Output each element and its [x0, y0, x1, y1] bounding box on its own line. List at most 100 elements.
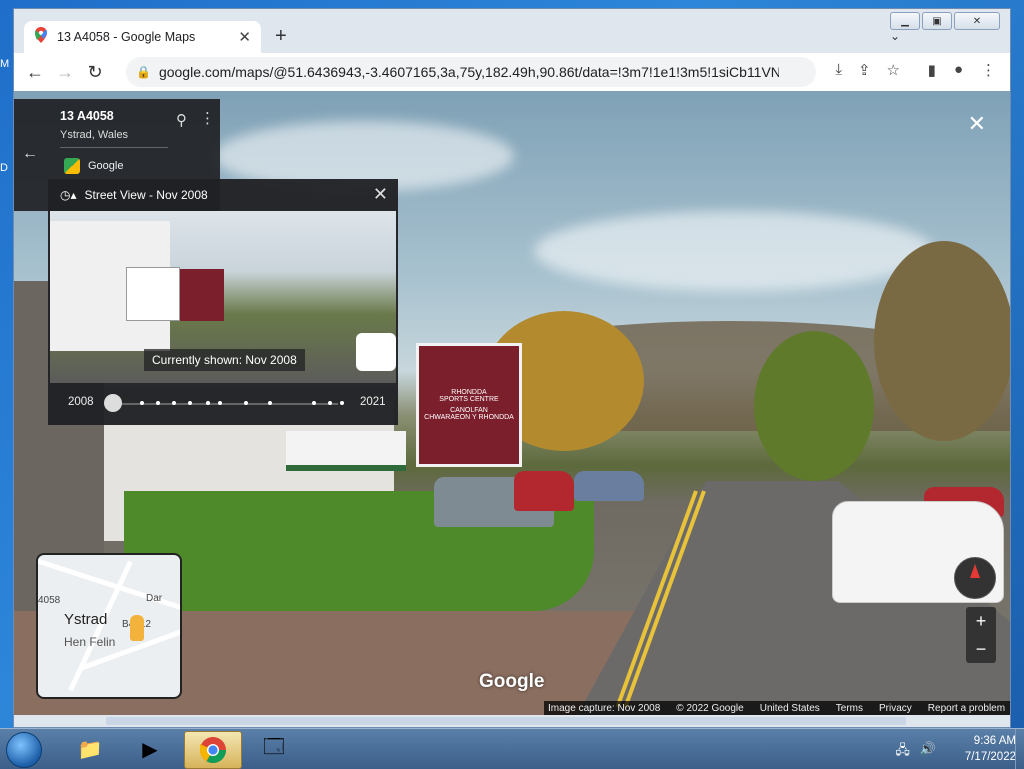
tree: [754, 331, 874, 481]
address-bar[interactable]: 🔒 google.com/maps/@51.6436943,-3.4607165…: [126, 57, 816, 87]
place-subtitle: Ystrad, Wales: [60, 129, 129, 141]
share-icon[interactable]: ⇪: [858, 61, 871, 79]
slider-knob[interactable]: [104, 394, 122, 412]
report-problem-link[interactable]: Report a problem: [928, 703, 1005, 714]
tab-google-maps[interactable]: 13 A4058 - Google Maps ✕: [24, 21, 261, 53]
chrome-icon[interactable]: [184, 731, 242, 769]
system-tray: 🖧 🔊: [895, 741, 936, 763]
country-link[interactable]: United States: [760, 703, 820, 714]
time-machine-preview[interactable]: Currently shown: Nov 2008: [50, 211, 396, 383]
back-arrow-icon[interactable]: ←: [22, 145, 38, 163]
maximize-button[interactable]: ▣: [922, 12, 952, 30]
place-title: 13 A4058: [60, 109, 114, 123]
map-footer: Image capture: Nov 2008 © 2022 Google Un…: [544, 701, 1010, 715]
browser-toolbar: ← → ↻ 🔒 google.com/maps/@51.6436943,-3.4…: [14, 53, 1010, 91]
tab-close-icon[interactable]: ✕: [238, 28, 251, 46]
slider-tick[interactable]: [188, 401, 192, 405]
clock[interactable]: 9:36 AM 7/17/2022: [965, 733, 1016, 765]
divider: [60, 147, 168, 148]
horizontal-scrollbar[interactable]: [106, 717, 906, 725]
slider-track[interactable]: [110, 403, 338, 405]
profile-icon[interactable]: ●: [954, 61, 963, 79]
toolbar-right-actions: ▮ ● ⋮: [928, 61, 996, 79]
time-slider[interactable]: 2008 2021: [60, 391, 386, 415]
tree: [874, 241, 1010, 441]
close-window-button[interactable]: ✕: [954, 12, 1000, 30]
bookmark-star-icon[interactable]: ☆: [887, 61, 900, 79]
maps-pin-icon: [34, 26, 48, 48]
control-panel-icon[interactable]: 🗔: [246, 731, 302, 767]
slider-tick[interactable]: [312, 401, 316, 405]
show-desktop-button[interactable]: [1015, 729, 1024, 769]
compass-needle: [970, 564, 980, 578]
slider-tick[interactable]: [218, 401, 222, 405]
street-view-canvas[interactable]: RHONDDA SPORTS CENTRE CANOLFAN CHWARAEON…: [14, 91, 1010, 715]
map-place-label: Hen Felin: [64, 635, 116, 649]
slider-tick[interactable]: [172, 401, 176, 405]
location-pin-icon[interactable]: ⚲: [176, 111, 187, 129]
tab-search-chevron-icon[interactable]: ⌄: [890, 29, 900, 43]
taskbar: 📁 ▶ 🗔 🖧 🔊 9:36 AM 7/17/2022: [0, 728, 1024, 769]
copyright: © 2022 Google: [676, 702, 744, 714]
slider-end-year: 2021: [360, 396, 386, 408]
network-icon[interactable]: 🖧: [895, 741, 910, 763]
slider-tick[interactable]: [206, 401, 210, 405]
terms-link[interactable]: Terms: [836, 703, 863, 714]
preview-van: [356, 333, 396, 371]
sign-text: CHWARAEON Y RHONDDA: [424, 414, 514, 421]
time-machine-panel: ◷▴ Street View - Nov 2008 ✕ Currently sh…: [48, 179, 398, 425]
compass-icon[interactable]: [954, 557, 996, 599]
minimize-button[interactable]: ▁: [890, 12, 920, 30]
close-time-machine-icon[interactable]: ✕: [373, 184, 388, 205]
clock-time: 9:36 AM: [973, 735, 1016, 747]
google-logo: Google: [479, 671, 545, 692]
time-machine-header[interactable]: ◷▴ Street View - Nov 2008: [60, 188, 208, 202]
slider-tick[interactable]: [140, 401, 144, 405]
pegman-icon[interactable]: [130, 615, 144, 641]
omnibox-actions: ⤓ ⇪ ☆: [835, 61, 900, 79]
slider-tick[interactable]: [268, 401, 272, 405]
slider-tick[interactable]: [328, 401, 332, 405]
tab-strip: 13 A4058 - Google Maps ✕ + ⌄: [14, 9, 1010, 53]
slider-tick[interactable]: [340, 401, 344, 405]
parked-car: [514, 471, 574, 511]
lock-icon: 🔒: [136, 65, 151, 79]
mini-map[interactable]: 4058 Dar Ystrad B4512 Hen Felin: [36, 553, 182, 699]
start-button[interactable]: [6, 732, 42, 768]
google-contributor-icon: [64, 158, 80, 174]
slider-tick[interactable]: [244, 401, 248, 405]
side-panel-icon[interactable]: ▮: [928, 61, 936, 79]
map-road-label: 4058: [38, 595, 61, 606]
install-icon[interactable]: ⤓: [835, 61, 842, 79]
cloud: [534, 211, 934, 291]
sign-text: SPORTS CENTRE: [439, 396, 499, 403]
zoom-out-button[interactable]: −: [966, 635, 996, 663]
media-player-icon[interactable]: ▶: [122, 731, 178, 767]
sign-text: RHONDDA: [451, 389, 487, 396]
privacy-link[interactable]: Privacy: [879, 703, 912, 714]
window-controls: ▁ ▣ ✕: [890, 12, 1000, 30]
close-street-view-icon[interactable]: ✕: [968, 111, 986, 137]
parked-car: [574, 471, 644, 501]
image-capture-date: Image capture: Nov 2008: [548, 702, 661, 714]
preview-sign: [126, 267, 180, 321]
new-tab-icon[interactable]: +: [275, 25, 287, 48]
contributor-label: Google: [88, 160, 124, 172]
slider-tick[interactable]: [156, 401, 160, 405]
zoom-controls: + −: [966, 607, 996, 663]
desktop-icon-label: D: [0, 162, 8, 174]
url-text[interactable]: google.com/maps/@51.6436943,-3.4607165,3…: [159, 64, 779, 80]
more-menu-icon[interactable]: ⋮: [981, 61, 996, 79]
file-explorer-icon[interactable]: 📁: [62, 731, 118, 767]
reload-icon[interactable]: ↻: [80, 62, 110, 83]
currently-shown-label: Currently shown: Nov 2008: [144, 349, 305, 371]
forward-icon[interactable]: →: [50, 62, 80, 83]
map-road-label: Dar: [146, 593, 163, 604]
time-machine-title: Street View - Nov 2008: [84, 188, 208, 202]
browser-window: 13 A4058 - Google Maps ✕ + ⌄ ▁ ▣ ✕ ← → ↻…: [13, 8, 1011, 728]
back-icon[interactable]: ←: [20, 62, 50, 83]
volume-icon[interactable]: 🔊: [920, 741, 936, 763]
sports-centre-sign: RHONDDA SPORTS CENTRE CANOLFAN CHWARAEON…: [416, 343, 522, 467]
more-options-icon[interactable]: ⋮: [200, 109, 215, 127]
zoom-in-button[interactable]: +: [966, 607, 996, 635]
